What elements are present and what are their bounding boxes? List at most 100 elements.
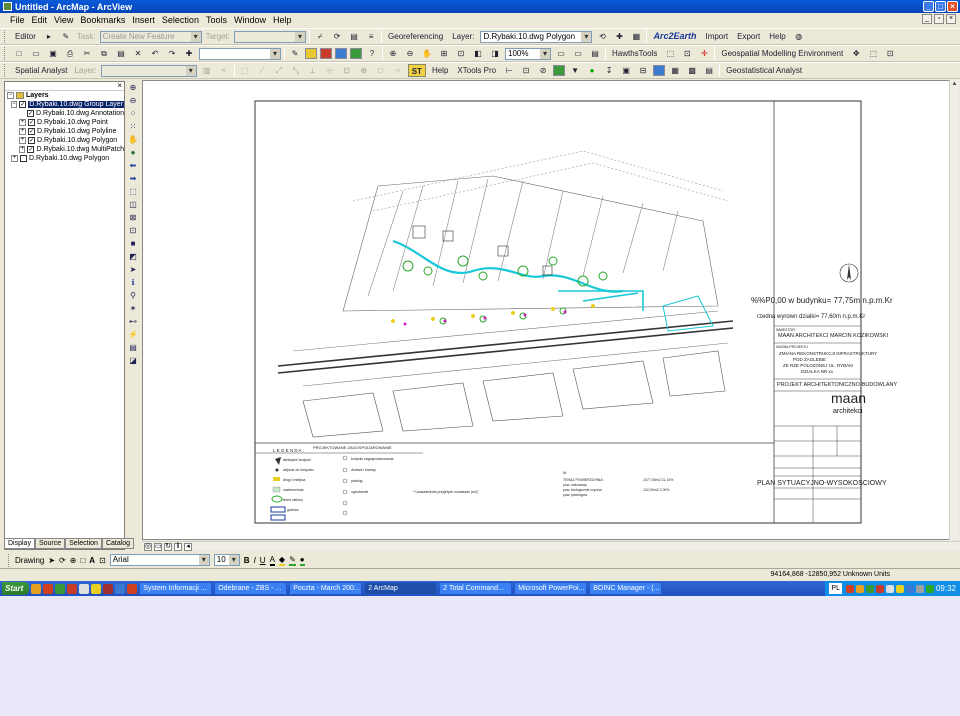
expand-icon[interactable]: + (19, 146, 26, 153)
tray-icon[interactable] (925, 584, 934, 593)
target-combo[interactable] (234, 30, 307, 43)
hawthstools-menu[interactable]: HawthsTools (609, 47, 660, 60)
minimize-button[interactable]: _ (923, 1, 934, 12)
forward-extent-icon[interactable]: ➡ (127, 173, 139, 185)
lasso-icon[interactable]: ⊡ (127, 225, 139, 237)
xtools-e-icon[interactable]: ▼ (568, 64, 582, 77)
zoom-draw-icon[interactable]: ⊕ (70, 556, 77, 565)
line-color-icon[interactable]: ✎ (289, 555, 296, 566)
tray-icon[interactable] (905, 584, 914, 593)
editor-menu[interactable]: Editor (12, 30, 39, 43)
tab-catalog[interactable]: Catalog (101, 538, 135, 549)
cogo-tool-6-icon[interactable]: ⊹ (323, 64, 337, 77)
cut-icon[interactable]: ✂ (80, 47, 94, 60)
pointer-icon[interactable]: ➤ (127, 264, 139, 276)
catalog-icon[interactable] (335, 48, 347, 59)
sketch-props-icon[interactable]: ≡ (364, 30, 378, 43)
scroll-left-icon[interactable]: ◂ (184, 542, 192, 551)
stgw-button[interactable]: ST (407, 64, 426, 77)
cogo-tool-3-icon[interactable]: ⤢ (272, 64, 286, 77)
zoom-100-icon[interactable]: ⊡ (454, 47, 468, 60)
tray-icon[interactable] (875, 584, 884, 593)
menu-file[interactable]: File (10, 15, 25, 25)
cogo-tool-8-icon[interactable]: ⊕ (357, 64, 371, 77)
xtools-d-icon[interactable] (553, 65, 566, 76)
add-control-points-icon[interactable]: ✚ (612, 30, 626, 43)
contour-icon[interactable]: ≈ (217, 64, 231, 77)
find-icon[interactable]: ⚲ (127, 290, 139, 302)
taskbar-item-active[interactable]: 2 ArcMap (364, 582, 438, 595)
doc-restore-button[interactable]: ▫ (934, 14, 944, 24)
time-slider-icon[interactable]: ◪ (127, 355, 139, 367)
tab-selection[interactable]: Selection (65, 538, 102, 549)
globe-icon[interactable]: ◍ (792, 30, 806, 43)
hawths-tool-icon[interactable]: ⊡ (680, 47, 694, 60)
xtools-menu[interactable]: XTools Pro (454, 64, 499, 77)
hawths-select-icon[interactable]: ⬚ (663, 47, 677, 60)
spatial-analyst-menu[interactable]: Spatial Analyst (12, 64, 70, 77)
taskbar-item[interactable]: BOINC Manager - (... (589, 582, 663, 595)
new-icon[interactable]: □ (12, 47, 26, 60)
quicklaunch-opera-icon[interactable] (67, 583, 78, 594)
fill-color-icon[interactable]: ◆ (278, 555, 286, 566)
collapse-icon[interactable]: − (11, 101, 18, 108)
rotate-georef-icon[interactable]: ⟲ (595, 30, 609, 43)
toc-layer[interactable]: ✓ D.Rybaki.10.dwg Annotation (5, 109, 124, 118)
layout-pan-icon[interactable]: ✋ (420, 47, 434, 60)
python-icon[interactable] (350, 48, 362, 59)
redo-icon[interactable]: ↷ (165, 47, 179, 60)
doc-minimize-button[interactable]: _ (922, 14, 932, 24)
whats-this-icon[interactable]: ? (365, 47, 379, 60)
fixed-zoom-in-icon[interactable]: ⁘ (127, 108, 139, 120)
edit-vertices-icon[interactable]: ⊡ (99, 556, 106, 565)
split-tool-icon[interactable]: ⌿ (313, 30, 327, 43)
xtools-k-icon[interactable]: ▩ (685, 64, 699, 77)
toc-layer[interactable]: + ✓ D.Rybaki.10.dwg Polyline (5, 127, 124, 136)
refresh-button[interactable]: ↻ (164, 542, 172, 551)
attributes-icon[interactable]: ▤ (347, 30, 361, 43)
hawths-crosshair-icon[interactable]: ✛ (697, 47, 711, 60)
import-menu[interactable]: Import (702, 30, 731, 43)
cogo-tool-1-icon[interactable]: ⬚ (238, 64, 252, 77)
toc-close-icon[interactable]: × (117, 81, 122, 90)
print-icon[interactable]: ⎙ (63, 47, 77, 60)
xtools-l-icon[interactable]: ▤ (702, 64, 716, 77)
taskbar-item[interactable]: Poczta - March 200... (289, 582, 363, 595)
tray-icon[interactable] (915, 584, 924, 593)
expand-icon[interactable]: + (11, 155, 18, 162)
rectangle-draw-icon[interactable]: □ (80, 556, 85, 565)
html-popup-icon[interactable]: ▤ (127, 342, 139, 354)
gme-zoom-icon[interactable]: ⊡ (883, 47, 897, 60)
export-menu[interactable]: Export (734, 30, 763, 43)
expand-icon[interactable]: + (19, 137, 26, 144)
zoom-next-icon[interactable]: ◨ (488, 47, 502, 60)
cogo-tool-5-icon[interactable]: ⟂ (306, 64, 320, 77)
quicklaunch-pdf-icon[interactable] (103, 583, 114, 594)
menu-tools[interactable]: Tools (206, 15, 227, 25)
save-icon[interactable]: ▣ (46, 47, 60, 60)
pause-drawing-button[interactable]: ‖ (174, 542, 182, 551)
menu-window[interactable]: Window (234, 15, 266, 25)
font-color-icon[interactable]: A (269, 555, 275, 566)
fixed-zoom-out-icon[interactable]: ⁙ (127, 121, 139, 133)
delete-icon[interactable]: ✕ (131, 47, 145, 60)
cogo-tool-7-icon[interactable]: ⊡ (340, 64, 354, 77)
expand-icon[interactable]: + (19, 128, 26, 135)
xtools-b-icon[interactable]: ⊡ (519, 64, 533, 77)
add-data-icon[interactable]: ✚ (182, 47, 196, 60)
layer-checkbox[interactable] (20, 155, 27, 162)
bold-button[interactable]: B (244, 556, 250, 565)
toc-layer-other[interactable]: + D.Rybaki.10.dwg Polygon (5, 154, 124, 163)
xtools-a-icon[interactable]: ⊢ (502, 64, 516, 77)
zoom-prev-icon[interactable]: ◧ (471, 47, 485, 60)
toggle-draft-icon[interactable]: ▭ (554, 47, 568, 60)
focus-frame-icon[interactable]: ▭ (571, 47, 585, 60)
hyperlink-icon[interactable]: ⚡ (127, 329, 139, 341)
tab-source[interactable]: Source (34, 538, 66, 549)
rotate-tool-icon[interactable]: ⟳ (330, 30, 344, 43)
full-extent-icon[interactable]: ● (127, 147, 139, 159)
sketch-tool-icon[interactable]: ✎ (59, 30, 73, 43)
toc-root[interactable]: − Layers (5, 91, 124, 100)
menu-bookmarks[interactable]: Bookmarks (80, 15, 125, 25)
layer-checkbox[interactable]: ✓ (28, 137, 35, 144)
